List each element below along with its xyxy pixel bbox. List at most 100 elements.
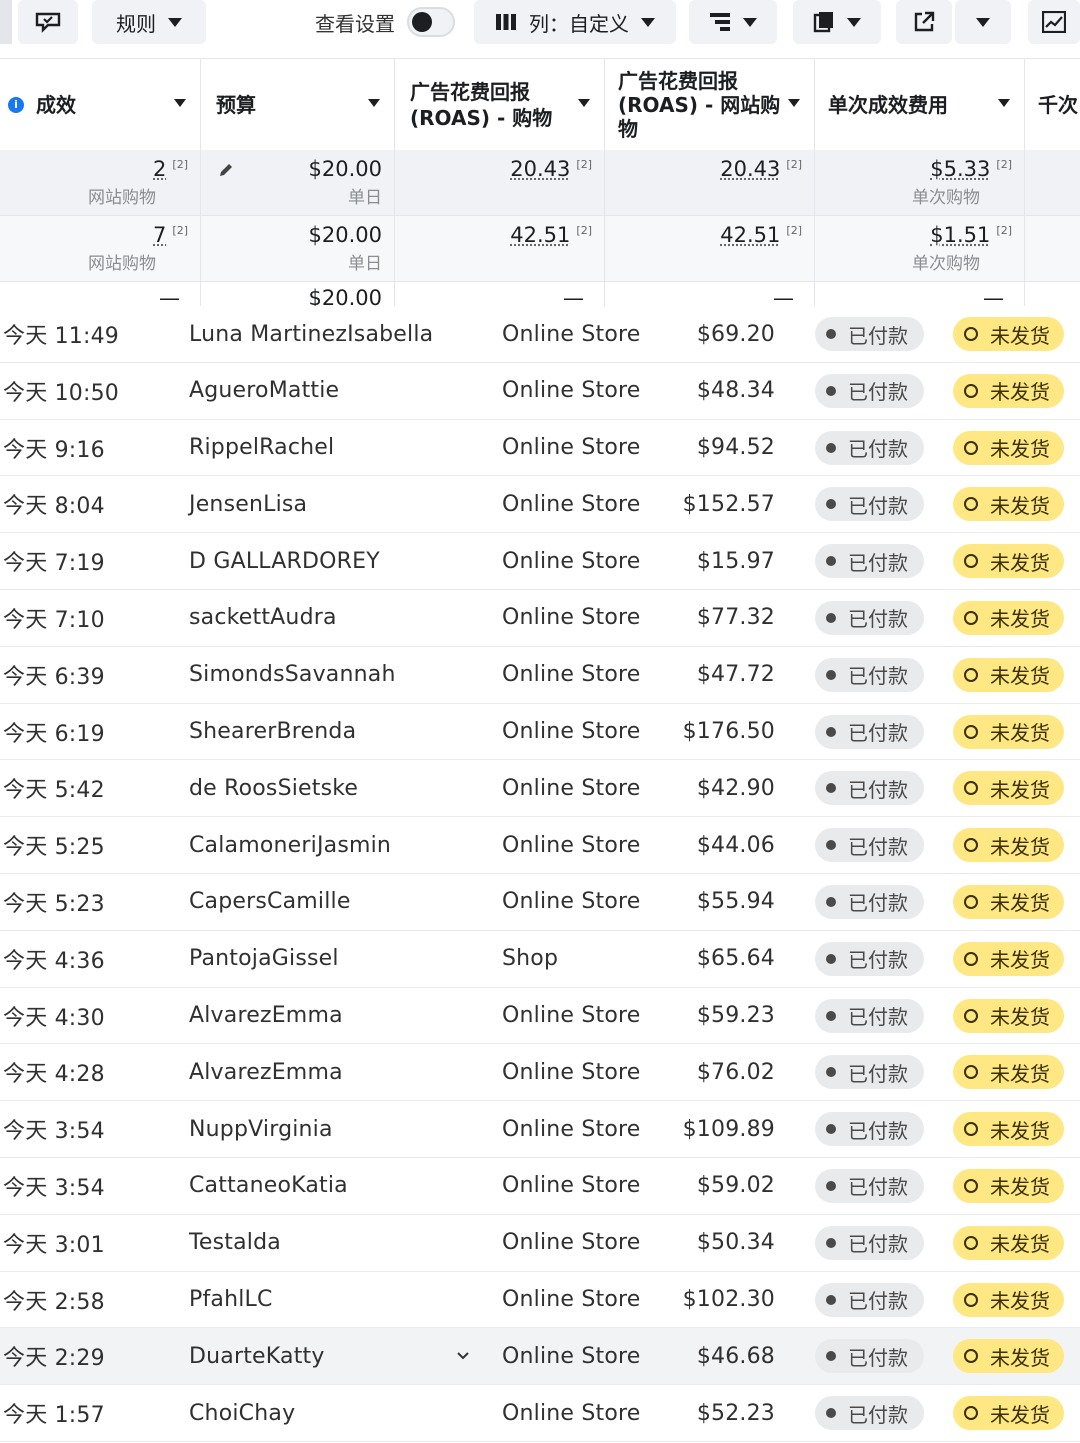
header-label: 预算 — [216, 92, 256, 117]
order-channel: Online Store — [502, 1400, 641, 1426]
column-header-budget[interactable]: 预算 — [200, 59, 394, 150]
columns-dropdown[interactable]: 列：自定义 — [474, 0, 676, 44]
fulfillment-status-label: 未发货 — [990, 664, 1050, 689]
roas-purchase-value[interactable]: 20.43 — [510, 157, 570, 181]
budget-value[interactable]: $20.00 — [200, 157, 382, 181]
fulfillment-status-label: 未发货 — [990, 1005, 1050, 1030]
column-header-cost-per-result[interactable]: 单次成效费用 — [814, 59, 1024, 150]
fulfillment-status-label: 未发货 — [990, 948, 1050, 973]
status-ring-icon — [964, 1349, 978, 1364]
order-amount: $176.50 — [682, 719, 775, 745]
breakdown-dropdown[interactable] — [689, 0, 777, 44]
cost-per-result-cell: — — [814, 282, 1024, 308]
status-ring-icon — [964, 667, 978, 682]
order-amount: $76.02 — [696, 1059, 775, 1085]
order-amount: $77.32 — [696, 605, 775, 631]
order-row[interactable]: 今天 5:23 CapersCamille Online Store $55.94 已付… — [0, 873, 1080, 931]
budget-cell: $20.00 — [200, 282, 394, 308]
chevron-down-icon — [578, 99, 590, 107]
payment-status-badge: 已付款 — [815, 657, 924, 692]
order-row[interactable]: 今天 8:04 JensenLisa Online Store $152.57 已付款 未… — [0, 476, 1080, 534]
order-row[interactable]: 今天 4:30 AlvarezEmma Online Store $59.23 已付款 未… — [0, 987, 1080, 1045]
view-settings-toggle[interactable] — [407, 7, 455, 37]
footnote-mark: [2] — [786, 224, 802, 237]
roas-web-value[interactable]: 42.51 — [720, 223, 780, 247]
order-channel: Online Store — [502, 321, 641, 347]
order-row[interactable]: 今天 2:29 DuarteKatty Online Store $46.68 已付款 未… — [0, 1328, 1080, 1386]
status-ring-icon — [964, 724, 978, 739]
header-label: 千次 — [1038, 92, 1078, 117]
status-dot-icon — [826, 783, 836, 794]
order-row[interactable]: 今天 10:50 AgueroMattie Online Store $48.34 已付… — [0, 362, 1080, 420]
order-amount: $109.89 — [682, 1116, 775, 1142]
cpr-value[interactable]: $5.33 — [930, 157, 990, 181]
header-label: 成效 — [36, 92, 76, 117]
ad-row[interactable]: 2 [2] 网站购物 $20.00 单日 20.43 [2] 20.43 [2] $5… — [0, 150, 1080, 216]
column-header-roas-purchase[interactable]: 广告花费回报 (ROAS) - 购物 — [394, 59, 604, 150]
order-row[interactable]: 今天 6:19 ShearerBrenda Online Store $176.50 已… — [0, 703, 1080, 761]
status-ring-icon — [964, 894, 978, 909]
order-row[interactable]: 今天 1:57 ChoiChay Online Store $52.23 已付款 未发货 — [0, 1385, 1080, 1442]
ad-row[interactable]: — $20.00 — — — — [0, 282, 1080, 308]
column-header-roas-web[interactable]: 广告花费回报 (ROAS) - 网站购 物 — [604, 59, 814, 150]
cpr-value[interactable]: $1.51 — [930, 223, 990, 247]
order-row[interactable]: 今天 3:54 NuppVirginia Online Store $109.89 已付… — [0, 1101, 1080, 1158]
status-ring-icon — [964, 1292, 978, 1307]
column-divider — [604, 58, 605, 308]
toolbar-left-edge — [0, 0, 12, 44]
payment-status-label: 已付款 — [848, 1061, 908, 1086]
budget-value[interactable]: $20.00 — [200, 223, 382, 247]
order-row[interactable]: 今天 11:49 Luna MartinezIsabella Online Stor… — [0, 306, 1080, 363]
fulfillment-status-badge: 未发货 — [953, 317, 1064, 351]
payment-status-label: 已付款 — [848, 1345, 908, 1370]
column-header-results[interactable]: i 成效 — [0, 59, 200, 150]
payment-status-badge: 已付款 — [815, 771, 924, 806]
chevron-down-icon — [368, 99, 380, 107]
order-row[interactable]: 今天 2:58 PfahlLC Online Store $102.30 已付款 未发货 — [0, 1271, 1080, 1329]
budget-cell: $20.00 单日 — [200, 150, 394, 216]
fulfillment-status-badge: 未发货 — [953, 828, 1064, 863]
export-button[interactable] — [896, 0, 952, 44]
order-row[interactable]: 今天 4:28 AlvarezEmma Online Store $76.02 已付款 未… — [0, 1044, 1080, 1102]
roas-purchase-value[interactable]: 42.51 — [510, 223, 570, 247]
order-customer: sackettAudra — [189, 605, 337, 631]
order-amount: $59.02 — [696, 1173, 775, 1199]
column-header-cpm[interactable]: 千次 — [1024, 59, 1080, 150]
ad-row[interactable]: 7 [2] 网站购物 $20.00 单日 42.51 [2] 42.51 [2] $1… — [0, 216, 1080, 282]
order-row[interactable]: 今天 3:01 Testalda Online Store $50.34 已付款 未发货 — [0, 1214, 1080, 1272]
fulfillment-status-label: 未发货 — [990, 1345, 1050, 1370]
order-customer: ShearerBrenda — [189, 719, 357, 745]
order-time: 今天 5:42 — [3, 778, 105, 804]
results-value[interactable]: 2 — [153, 157, 166, 181]
rules-icon-button[interactable] — [18, 0, 78, 44]
export-dropdown[interactable] — [955, 0, 1011, 44]
info-icon[interactable]: i — [8, 96, 24, 113]
fulfillment-status-badge: 未发货 — [953, 1282, 1064, 1317]
breakdown-icon — [710, 13, 730, 31]
column-divider — [1024, 58, 1025, 308]
status-dot-icon — [826, 1010, 836, 1021]
reports-dropdown[interactable] — [793, 0, 881, 44]
charts-button[interactable] — [1028, 0, 1080, 44]
budget-value[interactable]: $20.00 — [200, 286, 382, 308]
chevron-down-icon[interactable] — [457, 1350, 469, 1362]
roas-web-value[interactable]: 20.43 — [720, 157, 780, 181]
order-row[interactable]: 今天 4:36 PantojaGissel Shop $65.64 已付款 未发货 — [0, 930, 1080, 988]
order-row[interactable]: 今天 7:10 sackettAudra Online Store $77.32 已付款… — [0, 589, 1080, 647]
order-row[interactable]: 今天 5:42 de RoosSietske Online Store $42.90 已… — [0, 760, 1080, 818]
column-divider — [814, 58, 815, 308]
order-row[interactable]: 今天 5:25 CalamoneriJasmin Online Store $44.0… — [0, 817, 1080, 874]
order-row[interactable]: 今天 7:19 D GALLARDOREY Online Store $15.97 已付… — [0, 533, 1080, 590]
order-row[interactable]: 今天 9:16 RippelRachel Online Store $94.52 已付款… — [0, 419, 1080, 477]
order-customer: JensenLisa — [189, 491, 308, 517]
payment-status-badge: 已付款 — [815, 1396, 924, 1431]
order-time: 今天 1:57 — [3, 1403, 105, 1429]
order-amount: $94.52 — [696, 435, 775, 461]
payment-status-badge: 已付款 — [815, 600, 924, 635]
rules-dropdown[interactable]: 规则 — [92, 0, 206, 44]
order-row[interactable]: 今天 3:54 CattaneoKatia Online Store $59.02 已付… — [0, 1157, 1080, 1215]
order-row[interactable]: 今天 6:39 SimondsSavannah Online Store $47.72… — [0, 646, 1080, 704]
results-value[interactable]: 7 — [153, 223, 166, 247]
ads-toolbar: 规则 查看设置 列：自定义 — [0, 0, 1080, 56]
fulfillment-status-label: 未发货 — [990, 380, 1050, 405]
